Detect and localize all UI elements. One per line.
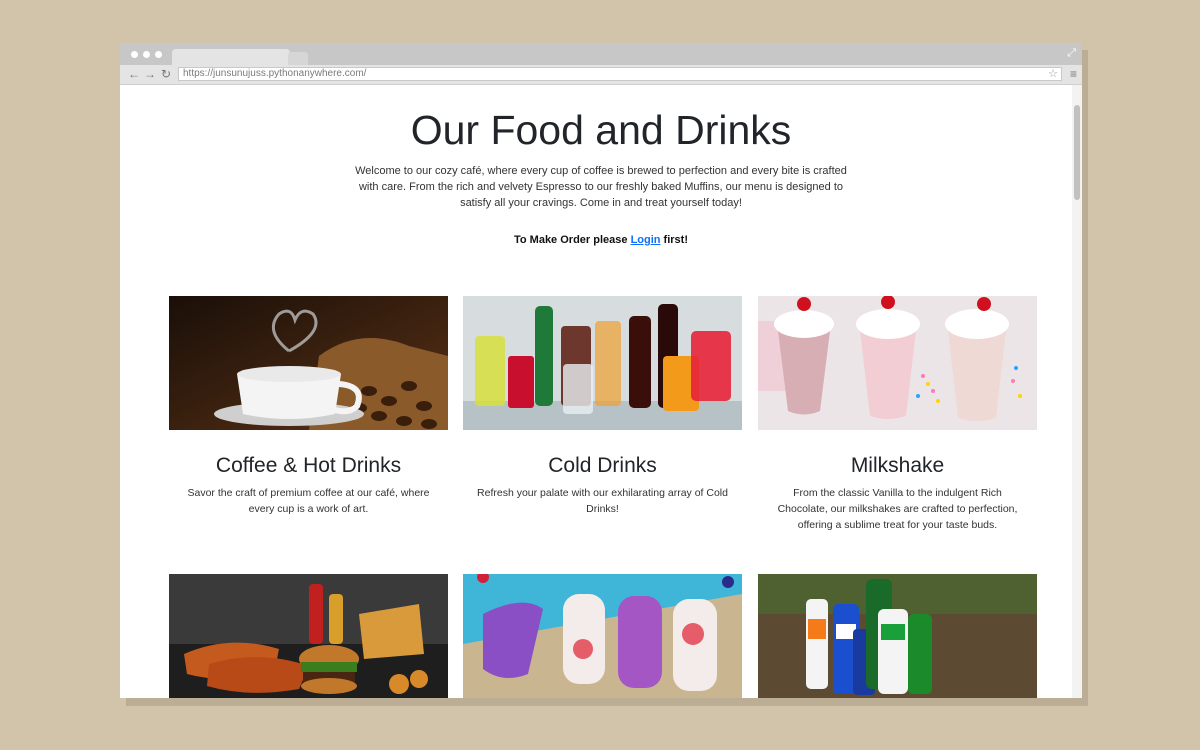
browser-toolbar: ← → ↻ https://junsunujuss.pythonanywhere… (120, 65, 1082, 85)
address-bar[interactable]: https://junsunujuss.pythonanywhere.com/ … (178, 67, 1062, 81)
category-card-coffee[interactable]: Coffee & Hot Drinks Savor the craft of p… (169, 296, 448, 517)
login-prompt: To Make Order please Login first! (120, 234, 1082, 246)
vertical-scrollbar[interactable] (1072, 85, 1082, 698)
window-dot-icon[interactable] (143, 51, 150, 58)
forward-arrow-icon[interactable]: → (144, 67, 156, 81)
scrollbar-thumb[interactable] (1074, 105, 1080, 200)
category-description: Refresh your palate with our exhilaratin… (477, 487, 728, 515)
window-dot-icon[interactable] (155, 51, 162, 58)
category-card-milkshake[interactable]: Milkshake From the classic Vanilla to th… (758, 296, 1037, 533)
category-card-cold-drinks[interactable]: Cold Drinks Refresh your palate with our… (463, 296, 742, 517)
window-dot-icon[interactable] (131, 51, 138, 58)
page-viewport: Our Food and Drinks Welcome to our cozy … (120, 85, 1082, 698)
reload-icon[interactable]: ↻ (161, 67, 171, 81)
fullscreen-icon[interactable]: ⤢ (1067, 47, 1076, 60)
browser-menu-icon[interactable]: ≡ (1070, 67, 1077, 81)
popsicle-image[interactable] (463, 574, 742, 698)
fast-food-image[interactable] (169, 574, 448, 698)
url-text: https://junsunujuss.pythonanywhere.com/ (183, 68, 367, 79)
page-title: Our Food and Drinks (410, 107, 792, 153)
category-title[interactable]: Milkshake (758, 454, 1037, 478)
browser-window: ⤢ ← → ↻ https://junsunujuss.pythonanywhe… (120, 43, 1082, 698)
category-title[interactable]: Coffee & Hot Drinks (169, 454, 448, 478)
browser-titlebar: ⤢ (120, 43, 1082, 65)
category-description: Savor the craft of premium coffee at our… (187, 487, 430, 515)
bookmark-star-icon[interactable]: ☆ (1048, 68, 1058, 80)
category-title[interactable]: Cold Drinks (463, 454, 742, 478)
browser-tab[interactable] (172, 49, 290, 65)
login-link[interactable]: Login (631, 234, 661, 246)
back-arrow-icon[interactable]: ← (128, 67, 140, 81)
new-tab-button[interactable] (288, 52, 308, 65)
login-prompt-suffix: first! (660, 234, 688, 246)
coffee-image[interactable] (169, 296, 448, 430)
category-description: From the classic Vanilla to the indulgen… (777, 487, 1018, 531)
cold-drinks-image[interactable] (463, 296, 742, 430)
login-prompt-prefix: To Make Order please (513, 234, 631, 246)
insect-repellent-image[interactable] (758, 574, 1037, 698)
intro-text: Welcome to our cozy café, where every cu… (355, 165, 847, 209)
milkshake-image[interactable] (758, 296, 1037, 430)
